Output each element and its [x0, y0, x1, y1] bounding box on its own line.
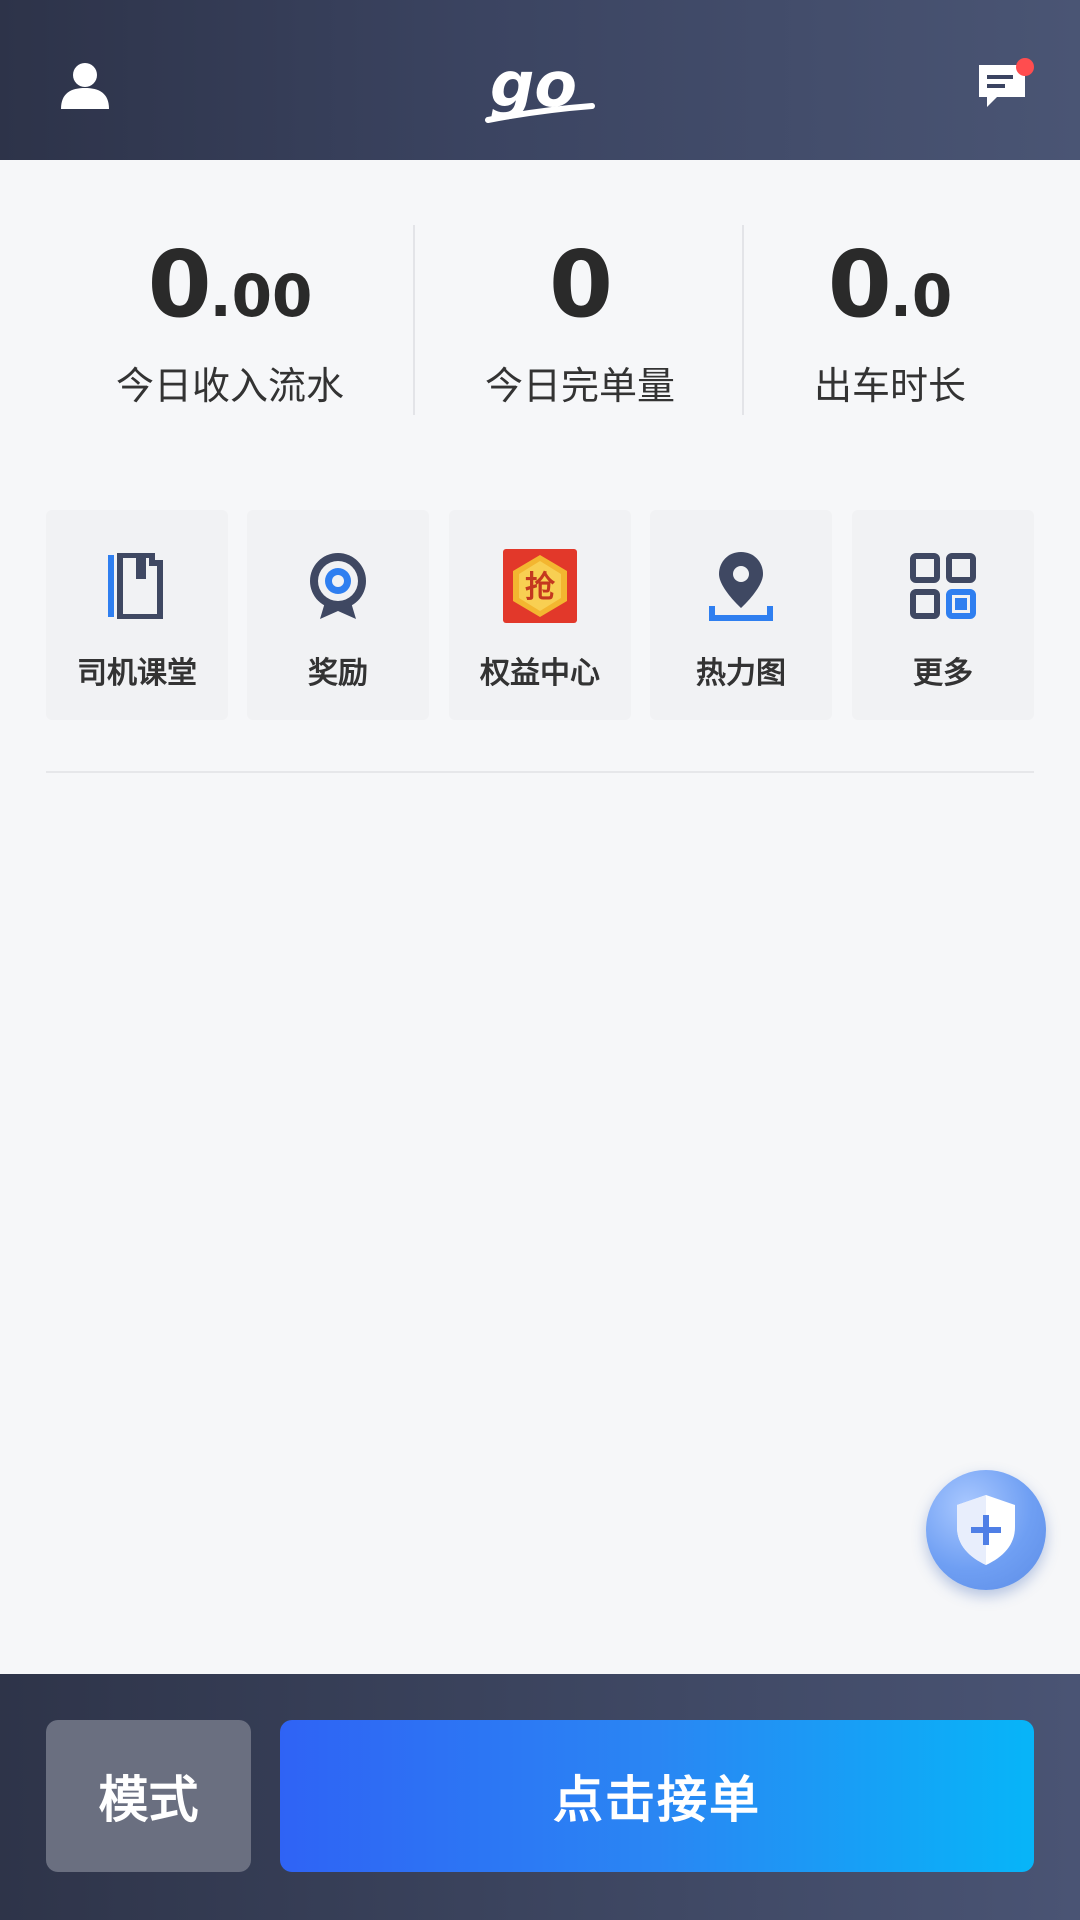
medal-icon [298, 546, 378, 626]
unread-badge [1016, 58, 1034, 76]
divider [413, 225, 415, 415]
stat-orders[interactable]: 0 今日完单量 [430, 230, 730, 410]
app-screen: go 0.00 今日收入流水 0 今日完单量 0.0 出车时长 司机课堂 奖励 … [0, 0, 1080, 1920]
grab-badge-icon: 抢 [500, 546, 580, 626]
stat-label: 出车时长 [813, 364, 966, 408]
quick-actions: 司机课堂 奖励 抢 权益中心 热力图 更多 [46, 510, 1034, 722]
stat-label: 今日完单量 [484, 364, 675, 408]
stat-value: 0.0 [827, 231, 953, 338]
tile-more[interactable]: 更多 [852, 510, 1034, 720]
divider [46, 771, 1034, 773]
tile-label: 热力图 [696, 656, 786, 691]
stat-value: 0 [548, 231, 613, 338]
today-stats: 0.00 今日收入流水 0 今日完单量 0.0 出车时长 [0, 160, 1080, 460]
tile-label: 奖励 [308, 656, 368, 691]
stat-income[interactable]: 0.00 今日收入流水 [80, 230, 380, 410]
mode-button[interactable]: 模式 [46, 1720, 251, 1872]
tile-benefits-center[interactable]: 抢 权益中心 [449, 510, 631, 720]
safety-shield-button[interactable] [926, 1470, 1046, 1590]
tile-heatmap[interactable]: 热力图 [650, 510, 832, 720]
grid-icon [903, 546, 983, 626]
messages-button[interactable] [968, 50, 1038, 120]
tile-label: 权益中心 [480, 656, 600, 691]
tile-driver-class[interactable]: 司机课堂 [46, 510, 228, 720]
divider [742, 225, 744, 415]
stat-duration[interactable]: 0.0 出车时长 [745, 230, 1035, 410]
tile-rewards[interactable]: 奖励 [247, 510, 429, 720]
profile-button[interactable] [50, 50, 120, 120]
book-icon [97, 546, 177, 626]
app-logo: go [480, 48, 600, 128]
stat-value: 0.00 [147, 231, 313, 338]
accept-orders-button[interactable]: 点击接单 [280, 1720, 1034, 1872]
stat-label: 今日收入流水 [115, 364, 344, 408]
top-bar: go [0, 0, 1080, 160]
location-pin-icon [701, 546, 781, 626]
tile-label: 司机课堂 [77, 656, 197, 691]
shield-plus-icon [957, 1495, 1015, 1565]
bottom-bar: 模式 点击接单 [0, 1674, 1080, 1920]
tile-label: 更多 [913, 656, 973, 691]
svg-text:抢: 抢 [525, 570, 556, 605]
user-icon [61, 63, 109, 109]
